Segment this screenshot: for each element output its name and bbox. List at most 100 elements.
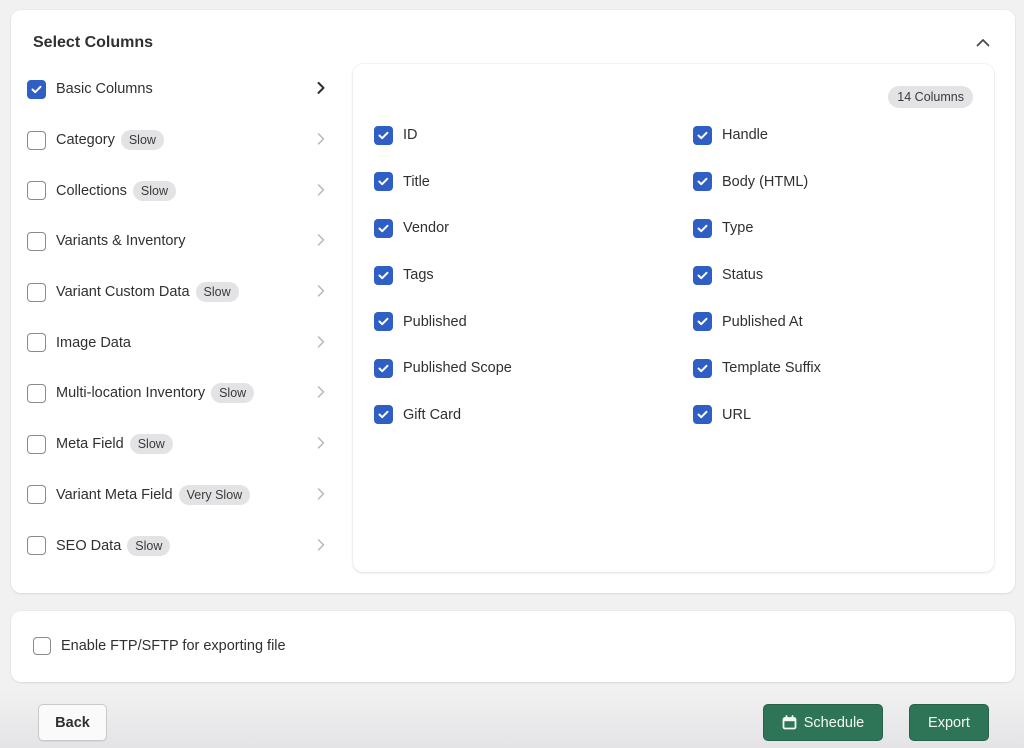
schedule-button[interactable]: Schedule xyxy=(763,704,883,741)
category-checkbox[interactable] xyxy=(27,434,46,454)
category-item[interactable]: Meta Field Slow xyxy=(27,419,327,470)
chevron-right-icon[interactable] xyxy=(315,81,327,95)
chevron-right-icon[interactable] xyxy=(315,284,327,298)
ftp-label: Enable FTP/SFTP for exporting file xyxy=(61,638,286,654)
column-option[interactable]: Status xyxy=(693,252,973,299)
speed-badge: Slow xyxy=(127,535,171,556)
category-label: Multi-location Inventory xyxy=(56,385,206,402)
column-label: Published At xyxy=(722,313,803,330)
chevron-right-icon[interactable] xyxy=(315,132,327,146)
category-checkbox[interactable] xyxy=(27,536,46,556)
calendar-icon xyxy=(782,715,797,730)
chevron-right-icon[interactable] xyxy=(315,335,327,349)
column-checkbox[interactable] xyxy=(693,265,712,285)
category-label: Basic Columns xyxy=(56,81,153,98)
column-option[interactable]: ID xyxy=(374,112,693,159)
column-label: Published xyxy=(403,313,467,330)
ftp-toggle[interactable]: Enable FTP/SFTP for exporting file xyxy=(33,637,286,655)
column-checkbox[interactable] xyxy=(374,265,393,285)
column-checkbox[interactable] xyxy=(693,405,712,425)
column-label: Tags xyxy=(403,267,434,284)
column-label: Vendor xyxy=(403,220,449,237)
category-item[interactable]: Image Data xyxy=(27,317,327,368)
speed-badge: Slow xyxy=(132,180,177,201)
category-checkbox[interactable] xyxy=(27,282,46,302)
column-checkbox[interactable] xyxy=(374,312,393,332)
column-checkbox[interactable] xyxy=(693,358,712,378)
column-checkbox[interactable] xyxy=(693,312,712,332)
category-label: Collections xyxy=(56,182,127,199)
category-item[interactable]: Variants & Inventory xyxy=(27,216,327,267)
category-item[interactable]: Basic Columns xyxy=(27,64,327,115)
speed-badge: Very Slow xyxy=(178,484,251,505)
column-label: URL xyxy=(722,406,752,423)
column-checkbox[interactable] xyxy=(693,218,712,238)
category-label: Meta Field xyxy=(56,436,124,453)
column-checkbox[interactable] xyxy=(374,358,393,378)
column-label: Body (HTML) xyxy=(722,173,809,190)
category-label: Category xyxy=(56,132,115,149)
column-checkbox[interactable] xyxy=(693,125,712,145)
column-option[interactable]: Title xyxy=(374,159,693,206)
column-option[interactable]: Vendor xyxy=(374,205,693,252)
ftp-card: Enable FTP/SFTP for exporting file xyxy=(11,611,1015,682)
column-option[interactable]: Handle xyxy=(693,112,973,159)
column-checkbox[interactable] xyxy=(693,172,712,192)
category-checkbox[interactable] xyxy=(27,181,46,201)
category-checkbox[interactable] xyxy=(27,79,46,99)
section-title: Select Columns xyxy=(33,34,154,51)
category-checkbox[interactable] xyxy=(27,130,46,150)
category-item[interactable]: Collections Slow xyxy=(27,165,327,216)
chevron-right-icon[interactable] xyxy=(315,385,327,399)
column-checkbox[interactable] xyxy=(374,405,393,425)
category-checkbox[interactable] xyxy=(27,383,46,403)
chevron-right-icon[interactable] xyxy=(315,436,327,450)
column-option[interactable]: Published At xyxy=(693,298,973,345)
column-checkbox[interactable] xyxy=(374,172,393,192)
category-label: Variant Meta Field xyxy=(56,486,173,503)
category-checkbox[interactable] xyxy=(27,485,46,505)
category-checkbox[interactable] xyxy=(27,333,46,353)
category-list: Basic Columns Category Slow Collections Slow… xyxy=(27,64,327,571)
column-option[interactable]: Type xyxy=(693,205,973,252)
column-label: Status xyxy=(722,267,764,284)
chevron-up-icon xyxy=(976,38,990,46)
category-label: SEO Data xyxy=(56,537,122,554)
column-option[interactable]: Published Scope xyxy=(374,345,693,392)
category-item[interactable]: Variant Custom Data Slow xyxy=(27,267,327,318)
column-option[interactable]: Body (HTML) xyxy=(693,159,973,206)
chevron-right-icon[interactable] xyxy=(315,537,327,551)
category-checkbox[interactable] xyxy=(27,231,46,251)
column-checkbox[interactable] xyxy=(374,218,393,238)
chevron-right-icon[interactable] xyxy=(315,233,327,247)
column-option[interactable]: Published xyxy=(374,298,693,345)
column-label: ID xyxy=(403,127,418,144)
export-button[interactable]: Export xyxy=(909,704,989,741)
column-label: Handle xyxy=(722,127,768,144)
column-label: Template Suffix xyxy=(722,360,821,377)
chevron-right-icon[interactable] xyxy=(315,487,327,501)
column-option[interactable]: Template Suffix xyxy=(693,345,973,392)
category-item[interactable]: Variant Meta Field Very Slow xyxy=(27,470,327,521)
category-item[interactable]: Category Slow xyxy=(27,115,327,166)
column-label: Published Scope xyxy=(403,360,512,377)
chevron-right-icon[interactable] xyxy=(315,183,327,197)
category-item[interactable]: SEO Data Slow xyxy=(27,520,327,571)
column-checkbox[interactable] xyxy=(374,125,393,145)
collapse-button[interactable] xyxy=(973,32,993,52)
column-label: Title xyxy=(403,173,430,190)
column-option[interactable]: URL xyxy=(693,392,973,439)
schedule-label: Schedule xyxy=(803,714,865,731)
back-button[interactable]: Back xyxy=(38,704,107,741)
ftp-checkbox[interactable] xyxy=(33,637,51,655)
speed-badge: Slow xyxy=(120,130,164,151)
speed-badge: Slow xyxy=(195,282,239,303)
columns-grid: ID Handle Title Body (HTML) Vendor Type Tags St… xyxy=(374,112,973,438)
column-option[interactable]: Gift Card xyxy=(374,392,693,439)
column-label: Type xyxy=(722,220,754,237)
speed-badge: Slow xyxy=(129,434,173,455)
category-label: Image Data xyxy=(56,334,131,351)
column-count-badge: 14 Columns xyxy=(888,86,973,108)
column-option[interactable]: Tags xyxy=(374,252,693,299)
category-item[interactable]: Multi-location Inventory Slow xyxy=(27,368,327,419)
